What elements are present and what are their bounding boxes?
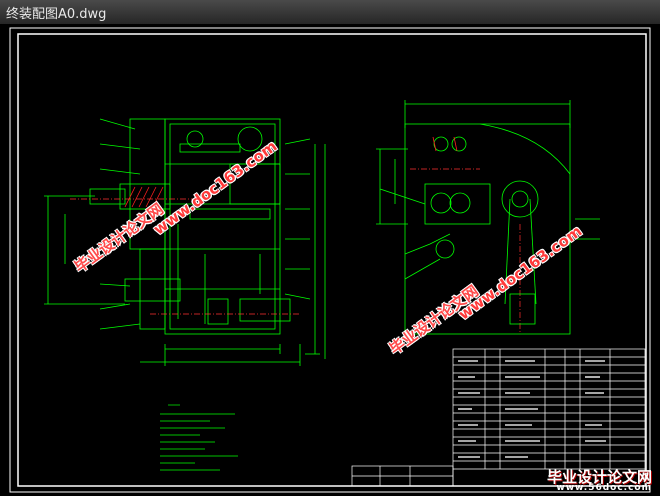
parts-list-text: [458, 360, 606, 458]
right-hatch: [432, 136, 458, 152]
window-title: 终装配图A0.dwg: [6, 6, 107, 22]
window-titlebar: 终装配图A0.dwg: [0, 0, 660, 25]
outer-border: [9, 27, 651, 493]
site-logo: 毕业设计论文网 www.56doc.com: [488, 466, 658, 494]
left-view: [44, 118, 326, 366]
site-logo-url: www.56doc.com: [556, 483, 652, 493]
technical-notes: [160, 404, 238, 471]
drawing-canvas[interactable]: www.doc163.com 毕业设计论文网 www.doc163.com 毕业…: [0, 24, 660, 496]
